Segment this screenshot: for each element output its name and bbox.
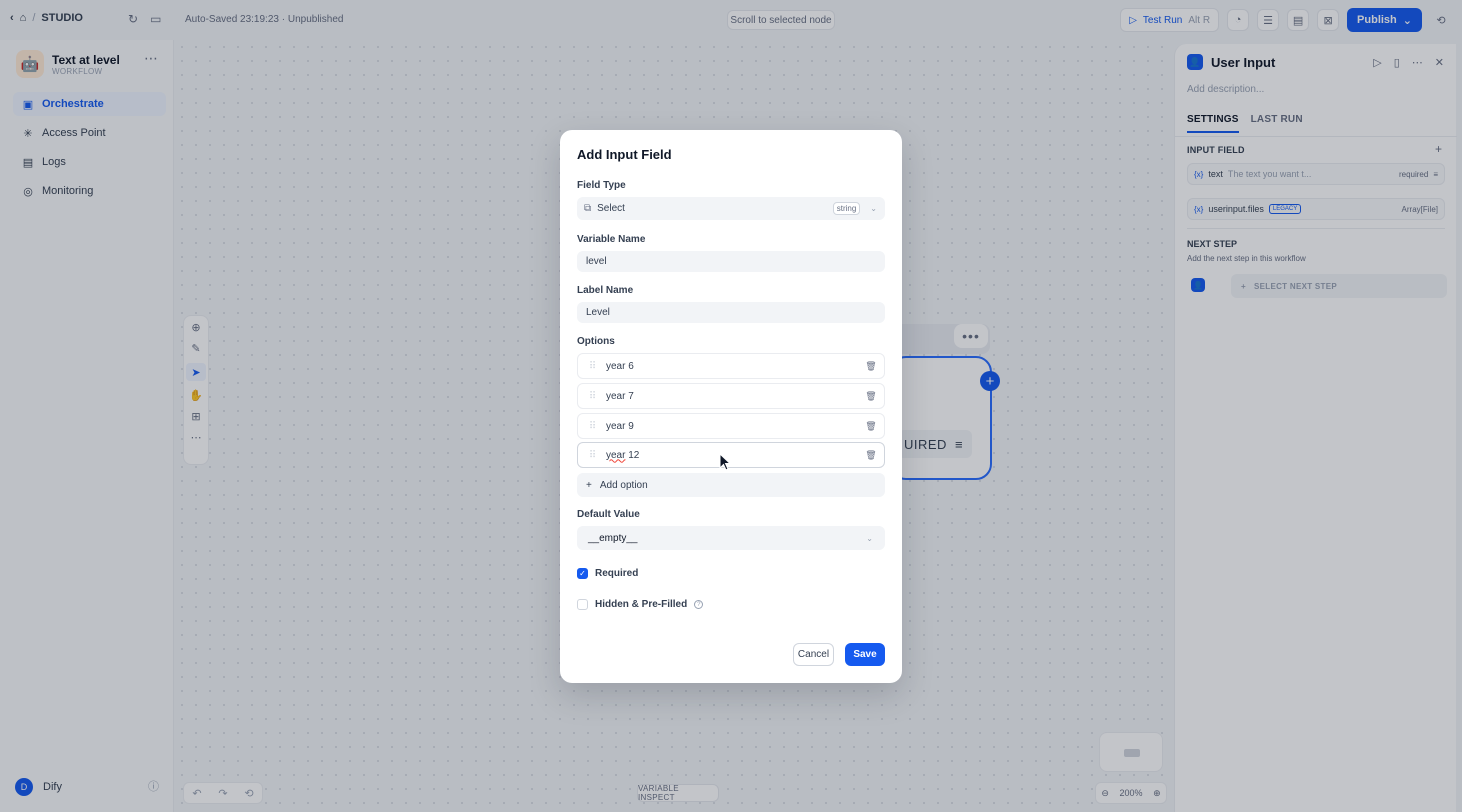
string-badge: string — [832, 202, 861, 215]
save-button[interactable]: Save — [845, 643, 885, 666]
trash-icon[interactable]: 🗑 — [858, 421, 884, 432]
variable-name-value: level — [586, 256, 607, 267]
option-item[interactable]: ⠿ year 12 🗑 — [577, 442, 885, 468]
mouse-cursor-icon — [719, 453, 731, 471]
option-input[interactable]: year 6 — [606, 361, 858, 372]
drag-handle-icon[interactable]: ⠿ — [578, 421, 606, 432]
variable-name-field[interactable]: level — [577, 251, 885, 272]
required-checkbox[interactable]: ✓ — [577, 568, 588, 579]
chevron-down-icon: ⌄ — [870, 204, 877, 213]
label-name-label: Label Name — [577, 285, 634, 296]
hidden-prefilled-checkbox[interactable] — [577, 599, 588, 610]
drag-handle-icon[interactable]: ⠿ — [578, 450, 606, 461]
option-item[interactable]: ⠿ year 6 🗑 — [577, 353, 885, 379]
drag-handle-icon[interactable]: ⠿ — [578, 391, 606, 402]
required-checkbox-row[interactable]: ✓ Required — [577, 568, 638, 579]
add-option-button[interactable]: + Add option — [577, 473, 885, 497]
label-name-value: Level — [586, 307, 610, 318]
default-value-text: __empty__ — [588, 532, 638, 544]
option-item[interactable]: ⠿ year 7 🗑 — [577, 383, 885, 409]
hidden-prefilled-checkbox-row[interactable]: Hidden & Pre-Filled ? — [577, 599, 704, 610]
hidden-prefilled-label: Hidden & Pre-Filled — [595, 599, 688, 610]
trash-icon[interactable]: 🗑 — [858, 361, 884, 372]
options-label: Options — [577, 336, 615, 347]
select-type-icon: ⧉ — [584, 203, 592, 214]
default-value-label: Default Value — [577, 509, 640, 520]
field-type-value: Select — [597, 203, 625, 214]
help-icon[interactable]: ? — [694, 600, 704, 609]
trash-icon[interactable]: 🗑 — [858, 450, 884, 461]
drag-handle-icon[interactable]: ⠿ — [578, 361, 606, 372]
add-option-label: Add option — [599, 479, 648, 491]
field-type-label: Field Type — [577, 180, 626, 191]
option-input[interactable]: year 12 — [606, 450, 858, 461]
dialog-title: Add Input Field — [577, 147, 672, 162]
plus-icon: + — [586, 479, 592, 491]
default-value-select[interactable]: __empty__ ⌄ — [577, 526, 885, 550]
option-input[interactable]: year 9 — [606, 421, 858, 432]
required-label: Required — [595, 568, 639, 579]
field-type-select[interactable]: ⧉ Select string ⌄ — [577, 197, 885, 220]
label-name-field[interactable]: Level — [577, 302, 885, 323]
cancel-button[interactable]: Cancel — [793, 643, 834, 666]
option-input[interactable]: year 7 — [606, 391, 858, 402]
option-word: year — [606, 449, 626, 461]
add-input-field-dialog: Add Input Field Field Type ⧉ Select stri… — [560, 130, 902, 683]
chevron-down-icon: ⌄ — [866, 533, 873, 543]
trash-icon[interactable]: 🗑 — [858, 391, 884, 402]
variable-name-label: Variable Name — [577, 234, 646, 245]
option-item[interactable]: ⠿ year 9 🗑 — [577, 413, 885, 439]
option-number: 12 — [625, 449, 640, 461]
